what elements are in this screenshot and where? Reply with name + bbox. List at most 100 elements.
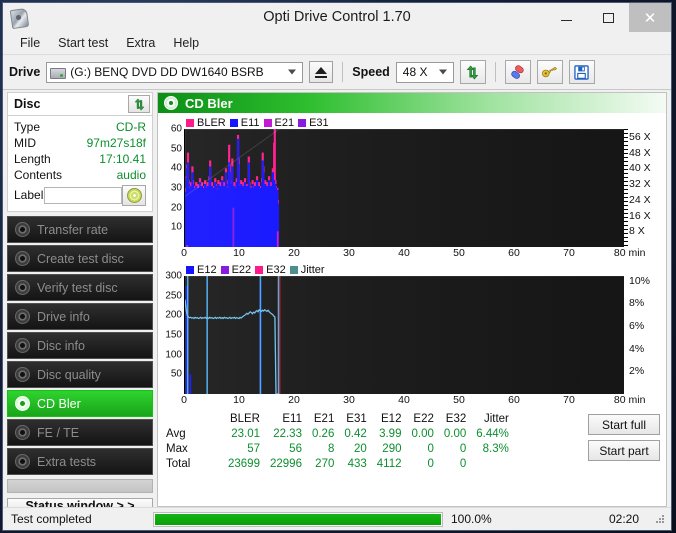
table-cell: 23.01 (231, 427, 260, 440)
axis-tick-label: 300 (165, 270, 182, 282)
table-cell: 20 (353, 442, 367, 455)
axis-tick-label: 20 (170, 202, 182, 214)
legend-entry-e11: E11 (229, 117, 260, 129)
menu-start-test[interactable]: Start test (49, 34, 117, 52)
sidebar-item-label: Disc info (37, 338, 85, 353)
sidebar-item-drive-info[interactable]: Drive info (7, 303, 153, 330)
table-cell: 0.00 (411, 427, 434, 440)
disc-info-rows: Type CD-R MID 97m27s18f Length 17:10.41 … (8, 116, 152, 211)
table-cell: 0.42 (344, 427, 367, 440)
table-header-corner (164, 411, 218, 426)
disc-info-row: MID 97m27s18f (14, 135, 146, 151)
sidebar-item-label: FE / TE (37, 425, 80, 440)
table-column-header: E11 (282, 412, 302, 425)
test-action-buttons: Start full Start part (588, 411, 664, 461)
axis-tick-label: 60 (170, 123, 182, 135)
cd-bler-panel: CD Bler BLER E11 E21 E31 10 20 30 40 50 … (157, 92, 667, 507)
eject-icon (315, 66, 328, 78)
axis-tick-label: 70 (563, 247, 575, 259)
menu-extra[interactable]: Extra (117, 34, 164, 52)
sidebar-item-cd-bler[interactable]: CD Bler (7, 390, 153, 417)
table-cell: 3.99 (379, 427, 402, 440)
chart-bler: BLER E11 E21 E31 10 20 30 40 50 60 8 X 1… (158, 113, 666, 260)
disc-refresh-button[interactable] (128, 95, 150, 113)
legend-entry-e32: E32 (255, 264, 286, 276)
erase-button[interactable] (504, 60, 531, 84)
close-button[interactable]: ✕ (629, 3, 671, 32)
progress-bar (153, 511, 443, 527)
resize-grip[interactable] (655, 514, 665, 524)
axis-tick-label: 20 (288, 394, 300, 406)
axis-tick-label: 40 (170, 162, 182, 174)
disc-label-input[interactable] (43, 186, 122, 204)
disc-mid-label: MID (14, 136, 36, 150)
speed-select[interactable]: 48 X (395, 61, 454, 83)
axis-tick-label: 16 X (629, 209, 651, 222)
disc-length-label: Length (14, 152, 51, 166)
menu-help[interactable]: Help (164, 34, 208, 52)
legend-entry-e21: E21 (263, 116, 295, 129)
table-header-row: BLER E11 E21 E31 E12 E22 E32 Jitter (164, 411, 509, 426)
table-column-header: E22 (413, 412, 434, 425)
legend-label: E31 (309, 116, 329, 129)
axis-tick-label: 8 X (629, 225, 645, 238)
chart-jitter-plot[interactable] (184, 276, 624, 395)
sidebar-item-transfer-rate[interactable]: Transfer rate (7, 216, 153, 243)
title-bar: Opti Drive Control 1.70 ✕ (3, 3, 671, 32)
disc-label-read-button[interactable] (122, 184, 146, 206)
legend-label: BLER (197, 116, 226, 129)
axis-tick-label: 30 (170, 182, 182, 194)
sidebar-item-disc-info[interactable]: Disc info (7, 332, 153, 359)
start-part-button[interactable]: Start part (588, 440, 660, 461)
refresh-button[interactable] (459, 60, 486, 84)
panel-title: CD Bler (185, 95, 233, 111)
disc-test-icon (15, 251, 30, 266)
sidebar-item-label: Extra tests (37, 454, 97, 469)
drive-label: Drive (9, 65, 41, 79)
table-cell: 0 (427, 457, 434, 470)
drive-icon (50, 66, 67, 79)
axis-tick-label: 70 (563, 394, 575, 406)
legend-swatch (263, 118, 272, 127)
chart-bler-legend: BLER E11 E21 E31 (160, 116, 664, 129)
legend-swatch (255, 265, 264, 274)
maximize-button[interactable] (587, 3, 629, 32)
menu-file[interactable]: File (11, 34, 49, 52)
eject-button[interactable] (309, 61, 334, 83)
disc-info-row: Contents audio (14, 167, 146, 183)
minimize-button[interactable] (545, 3, 587, 32)
drive-select-value: (G:) BENQ DVD DD DW1640 BSRB (70, 65, 264, 79)
disc-mid-value: 97m27s18f (86, 136, 146, 150)
table-row: Max 57 56 8 20 290 0 0 8.3% (164, 441, 509, 456)
disc-contents-value: audio (116, 168, 146, 182)
table-row: Avg 23.01 22.33 0.26 0.42 3.99 0.00 0.00 6.44% (164, 426, 509, 441)
sidebar-item-fe-te[interactable]: FE / TE (7, 419, 153, 446)
disc-test-icon (15, 280, 30, 295)
axis-tick-label: 60 (508, 394, 520, 406)
axis-tick-label: 200 (165, 309, 182, 321)
axis-tick-label: 2% (629, 365, 645, 378)
sidebar-item-verify-test-disc[interactable]: Verify test disc (7, 274, 153, 301)
save-icon (574, 64, 590, 80)
sidebar-item-create-test-disc[interactable]: Create test disc (7, 245, 153, 272)
axis-tick-label: 24 X (629, 193, 651, 206)
chart-bler-plotwrap: 10 20 30 40 50 60 8 X 16 X 24 X 32 X 40 X 48 X 56 X (160, 124, 664, 247)
legend-label: E21 (274, 116, 295, 129)
axis-tick-label: 48 X (629, 146, 651, 159)
save-button[interactable] (568, 60, 595, 84)
table-column-header: E32 (445, 412, 467, 425)
table-cell: 0 (427, 442, 434, 455)
panel-header: CD Bler (158, 93, 666, 113)
table-cell: 433 (347, 457, 367, 470)
chart-bler-speed-axis: 8 X 16 X 24 X 32 X 40 X 48 X 56 X (624, 129, 664, 247)
start-full-button[interactable]: Start full (588, 414, 660, 435)
statistics-table: BLER E11 E21 E31 E12 E22 E32 Jitter Avg 23.01 22.… (164, 411, 509, 471)
sidebar-item-disc-quality[interactable]: Disc quality (7, 361, 153, 388)
axis-tick-label: 20 (288, 247, 300, 259)
drive-select[interactable]: (G:) BENQ DVD DD DW1640 BSRB (46, 61, 304, 83)
chart-bler-plot[interactable] (184, 128, 624, 247)
menu-bar: File Start test Extra Help (3, 32, 671, 55)
disc-length-value: 17:10.41 (99, 152, 146, 166)
settings-button[interactable] (536, 60, 563, 84)
sidebar-item-extra-tests[interactable]: Extra tests (7, 448, 153, 475)
